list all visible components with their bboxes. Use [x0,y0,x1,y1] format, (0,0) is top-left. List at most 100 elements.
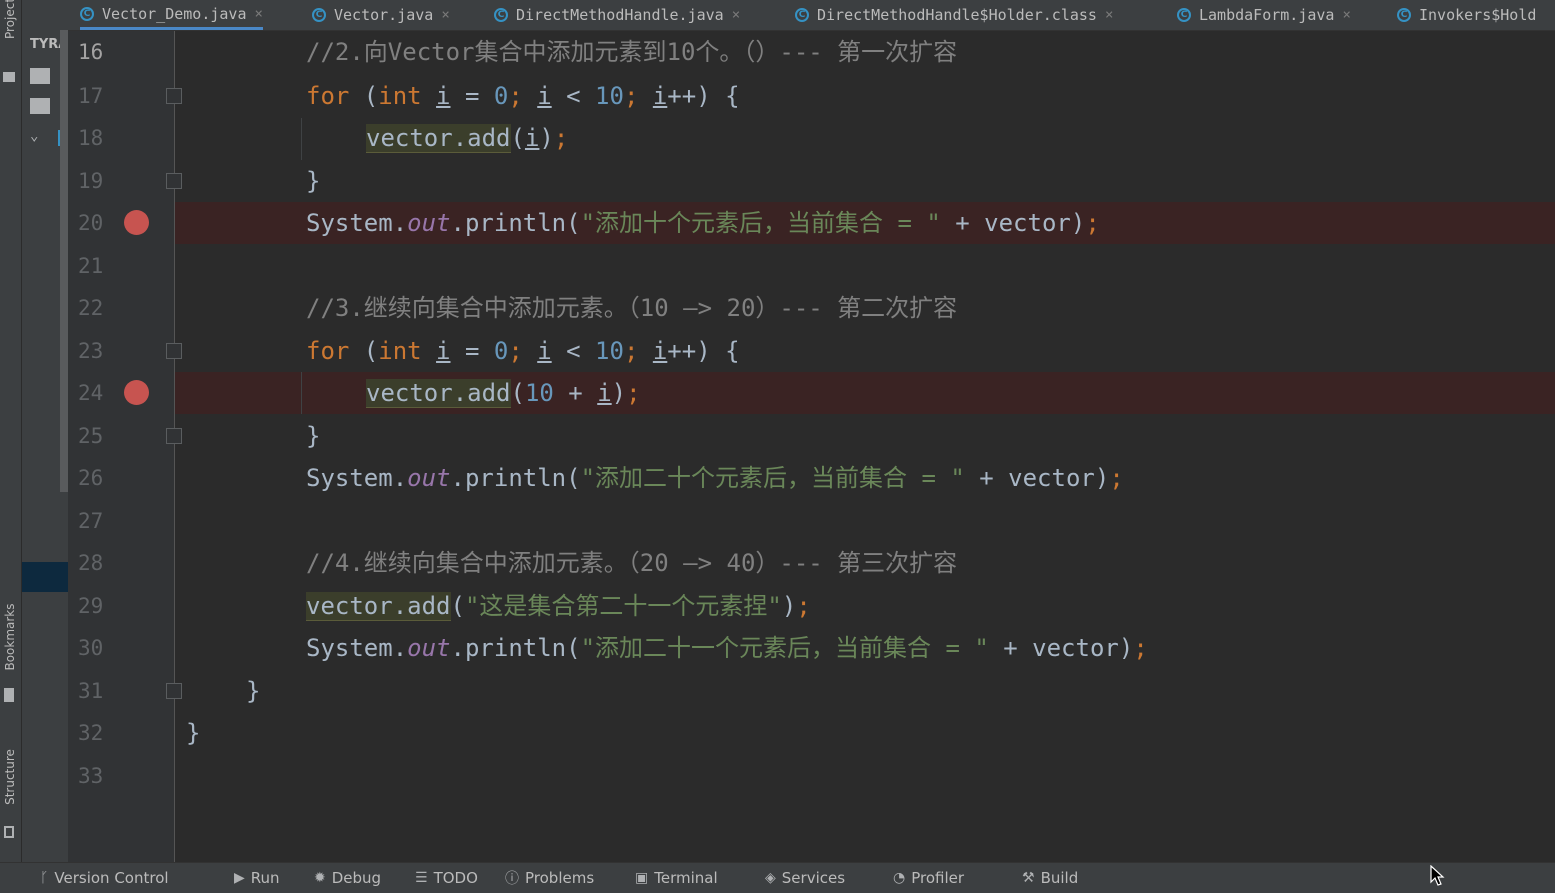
code-line[interactable]: System.out.println("添加二十一个元素后，当前集合 = " +… [306,627,1148,669]
line-number[interactable]: 17 [78,75,118,117]
code-token: ++) { [667,337,740,365]
structure-tool-tab[interactable]: Structure [3,732,17,822]
tab-label: Vector.java [334,6,434,24]
line-number[interactable]: 19 [78,160,118,202]
line-number[interactable]: 27 [78,500,118,542]
line-number[interactable]: 31 [78,670,118,712]
hammer-icon: ⚒ [1022,870,1035,886]
code-line[interactable]: vector.add(10 + i); [366,372,641,414]
line-number[interactable]: 21 [78,245,118,287]
code-token: ; [623,337,653,365]
fold-marker-icon[interactable] [166,88,182,104]
mouse-cursor-icon [1430,865,1445,886]
bookmarks-tool-tab[interactable]: Bookmarks [3,592,17,682]
chevron-down-icon[interactable]: ⌄ [30,128,38,144]
line-number[interactable]: 25 [78,415,118,457]
code-line[interactable]: for (int i = 0; i < 10; i++) { [306,330,740,372]
tab-vector[interactable]: C Vector.java × [312,0,450,30]
fold-marker-icon[interactable] [166,683,182,699]
line-number[interactable]: 30 [78,627,118,669]
code-line[interactable]: //4.继续向集合中添加元素。（20 —> 40）--- 第三次扩容 [306,542,957,584]
line-number[interactable]: 28 [78,542,118,584]
project-tool-tab[interactable]: Project [3,0,17,39]
code-token: System. [306,209,408,237]
close-icon[interactable]: × [732,7,740,23]
code-token: } [246,677,261,705]
code-token: ; [626,379,641,407]
code-line[interactable]: //2.向Vector集合中添加元素到10个。（）--- 第一次扩容 [306,31,957,73]
profiler-label: Profiler [911,869,965,887]
breakpoint-icon[interactable] [124,210,149,235]
code-token: out [407,209,451,237]
close-icon[interactable]: × [1342,7,1350,23]
tab-direct-method-handle-holder[interactable]: C DirectMethodHandle$Holder.class × [795,0,1113,30]
tab-direct-method-handle[interactable]: C DirectMethodHandle.java × [494,0,740,30]
code-token: System. [306,634,408,662]
line-number[interactable]: 20 [78,202,118,244]
code-line[interactable]: for (int i = 0; i < 10; i++) { [306,75,740,117]
code-token: i [436,82,451,110]
code-token: ; [1109,464,1124,492]
code-line[interactable]: vector.add(i); [366,117,568,159]
build-button[interactable]: ⚒ Build [1022,863,1078,893]
terminal-icon: ▣ [635,870,649,886]
debug-button[interactable]: ✹ Debug [314,863,381,893]
code-token: .println( [450,209,581,237]
code-token: i [537,337,552,365]
line-number[interactable]: 23 [78,330,118,372]
project-selection[interactable] [22,562,68,592]
bookmark-icon [4,688,14,702]
code-line[interactable]: } [306,160,320,202]
project-scrollbar[interactable] [60,30,68,492]
services-button[interactable]: ◈ Services [765,863,845,893]
tab-lambda-form[interactable]: C LambdaForm.java × [1177,0,1351,30]
profiler-button[interactable]: ◔ Profiler [893,863,964,893]
terminal-button[interactable]: ▣ Terminal [635,863,718,893]
folder-icon [30,68,50,84]
code-line[interactable]: } [306,415,320,457]
line-number[interactable]: 33 [78,755,118,797]
line-number[interactable]: 24 [78,372,118,414]
code-token: ; [508,82,538,110]
code-token: ( [510,124,525,152]
tab-label: DirectMethodHandle$Holder.class [817,6,1097,24]
debug-icon: ✹ [314,870,326,886]
line-number[interactable]: 26 [78,457,118,499]
line-number[interactable]: 32 [78,712,118,754]
tab-vector-demo[interactable]: C Vector_Demo.java × [80,0,263,30]
code-token: vector.add [366,124,511,153]
breakpoint-icon[interactable] [124,380,149,405]
code-token: vector.add [306,592,451,621]
code-token: int [378,337,437,365]
close-icon[interactable]: × [1105,7,1113,23]
code-token: .println( [450,634,581,662]
code-token: 0 [493,337,509,365]
line-number[interactable]: 29 [78,585,118,627]
version-control-button[interactable]: ᚴ Version Control [40,863,169,893]
code-line[interactable]: //3.继续向集合中添加元素。（10 —> 20）--- 第二次扩容 [306,287,957,329]
code-line[interactable]: System.out.println("添加十个元素后，当前集合 = " + v… [306,202,1100,244]
line-number[interactable]: 18 [78,117,118,159]
line-number[interactable]: 16 [78,31,118,73]
run-label: Run [250,869,280,887]
close-icon[interactable]: × [255,6,263,22]
code-line[interactable]: vector.add("这是集合第二十一个元素捏"); [306,585,811,627]
folder-icon [30,98,50,114]
tab-invokers-holder[interactable]: C Invokers$Hold [1397,0,1536,30]
code-token: out [407,464,451,492]
code-token: ( [510,379,525,407]
run-button[interactable]: ▶ Run [234,863,280,893]
close-icon[interactable]: × [441,7,449,23]
fold-marker-icon[interactable] [166,428,182,444]
line-number[interactable]: 22 [78,287,118,329]
debug-label: Debug [331,869,382,887]
problems-button[interactable]: ⓘ Problems [505,863,594,893]
code-line[interactable]: } [246,670,260,712]
fold-marker-icon[interactable] [166,173,182,189]
code-line[interactable]: System.out.println("添加二十个元素后，当前集合 = " + … [306,457,1124,499]
fold-marker-icon[interactable] [166,343,182,359]
code-token: for [306,337,364,365]
folder-icon [3,72,15,82]
code-line[interactable]: } [186,712,200,754]
todo-button[interactable]: ☰ TODO [415,863,478,893]
